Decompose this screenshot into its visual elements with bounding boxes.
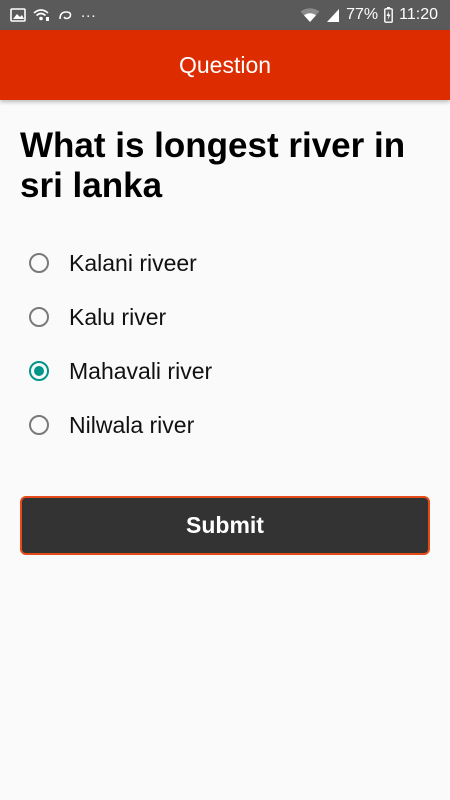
answer-radio-group: Kalani riveer Kalu river Mahavali river … — [20, 236, 430, 452]
status-bar: ... 77% 11:20 — [0, 0, 450, 30]
answer-option-mahavali[interactable]: Mahavali river — [20, 344, 430, 398]
radio-button-unchecked[interactable] — [29, 415, 49, 435]
more-notifications-indicator: ... — [81, 3, 97, 21]
battery-charging-icon — [384, 7, 394, 23]
wifi-icon — [300, 7, 320, 23]
gallery-icon — [10, 8, 26, 22]
radio-button-unchecked[interactable] — [29, 253, 49, 273]
question-text: What is longest river in sri lanka — [20, 126, 406, 205]
answer-option-nilwala[interactable]: Nilwala river — [20, 398, 430, 452]
answer-option-label: Kalu river — [69, 303, 167, 330]
status-bar-right: 77% 11:20 — [300, 6, 438, 24]
clock: 11:20 — [399, 6, 438, 23]
answer-option-label: Nilwala river — [69, 411, 195, 438]
app-bar: Question — [0, 30, 450, 100]
app-bar-title: Question — [178, 51, 272, 78]
radio-button-unchecked[interactable] — [29, 307, 49, 327]
answer-option-kalani[interactable]: Kalani riveer — [20, 236, 430, 290]
status-bar-left: ... — [10, 5, 97, 26]
wifi-calling-icon — [33, 8, 51, 22]
answer-option-label: Mahavali river — [69, 357, 213, 384]
answer-option-kalu[interactable]: Kalu river — [20, 290, 430, 344]
radio-button-checked[interactable] — [29, 361, 49, 381]
question-content: What is longest river in sri lanka Kalan… — [0, 100, 450, 452]
answer-option-label: Kalani riveer — [69, 249, 197, 276]
link-icon — [58, 8, 74, 22]
submit-button[interactable]: Submit — [20, 496, 430, 555]
battery-percentage: 77% — [346, 6, 379, 23]
signal-icon — [326, 8, 340, 23]
